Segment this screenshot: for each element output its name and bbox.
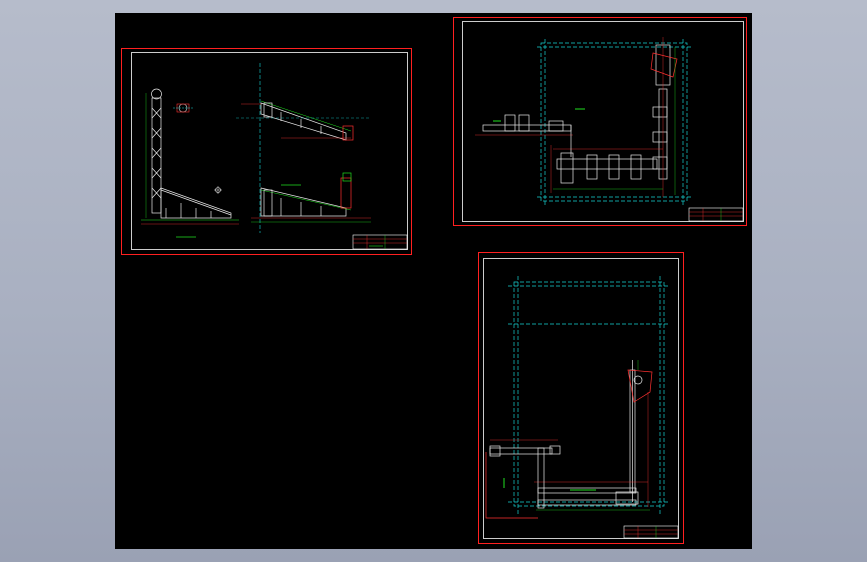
inclined-conveyor-upper — [236, 100, 371, 141]
head-detail — [173, 103, 193, 113]
drawing-sheet-plan[interactable] — [453, 17, 747, 226]
inclined-conveyor-lower — [251, 172, 371, 223]
plan-drawing — [453, 17, 747, 226]
conveyor-vertical-run — [650, 37, 678, 197]
sheet-outer-border — [121, 48, 412, 255]
drawing-sheet-layout[interactable] — [478, 252, 684, 544]
title-block — [688, 207, 744, 222]
drawing-sheet-elevation[interactable] — [121, 48, 412, 255]
building-grid — [537, 39, 691, 205]
elevation-drawing — [121, 48, 412, 255]
conveyor-horizontal-run — [550, 145, 663, 193]
conveyor-left-branch — [475, 108, 585, 157]
title-block — [623, 525, 679, 539]
title-block — [352, 234, 408, 250]
sheet-inner-border — [462, 21, 744, 222]
sheet-inner-border — [483, 258, 679, 539]
conveyor-vertical-run — [627, 360, 653, 507]
bucket-elevator-tower — [145, 88, 162, 218]
cad-model-space[interactable] — [115, 13, 752, 549]
layout-drawing — [478, 252, 684, 544]
